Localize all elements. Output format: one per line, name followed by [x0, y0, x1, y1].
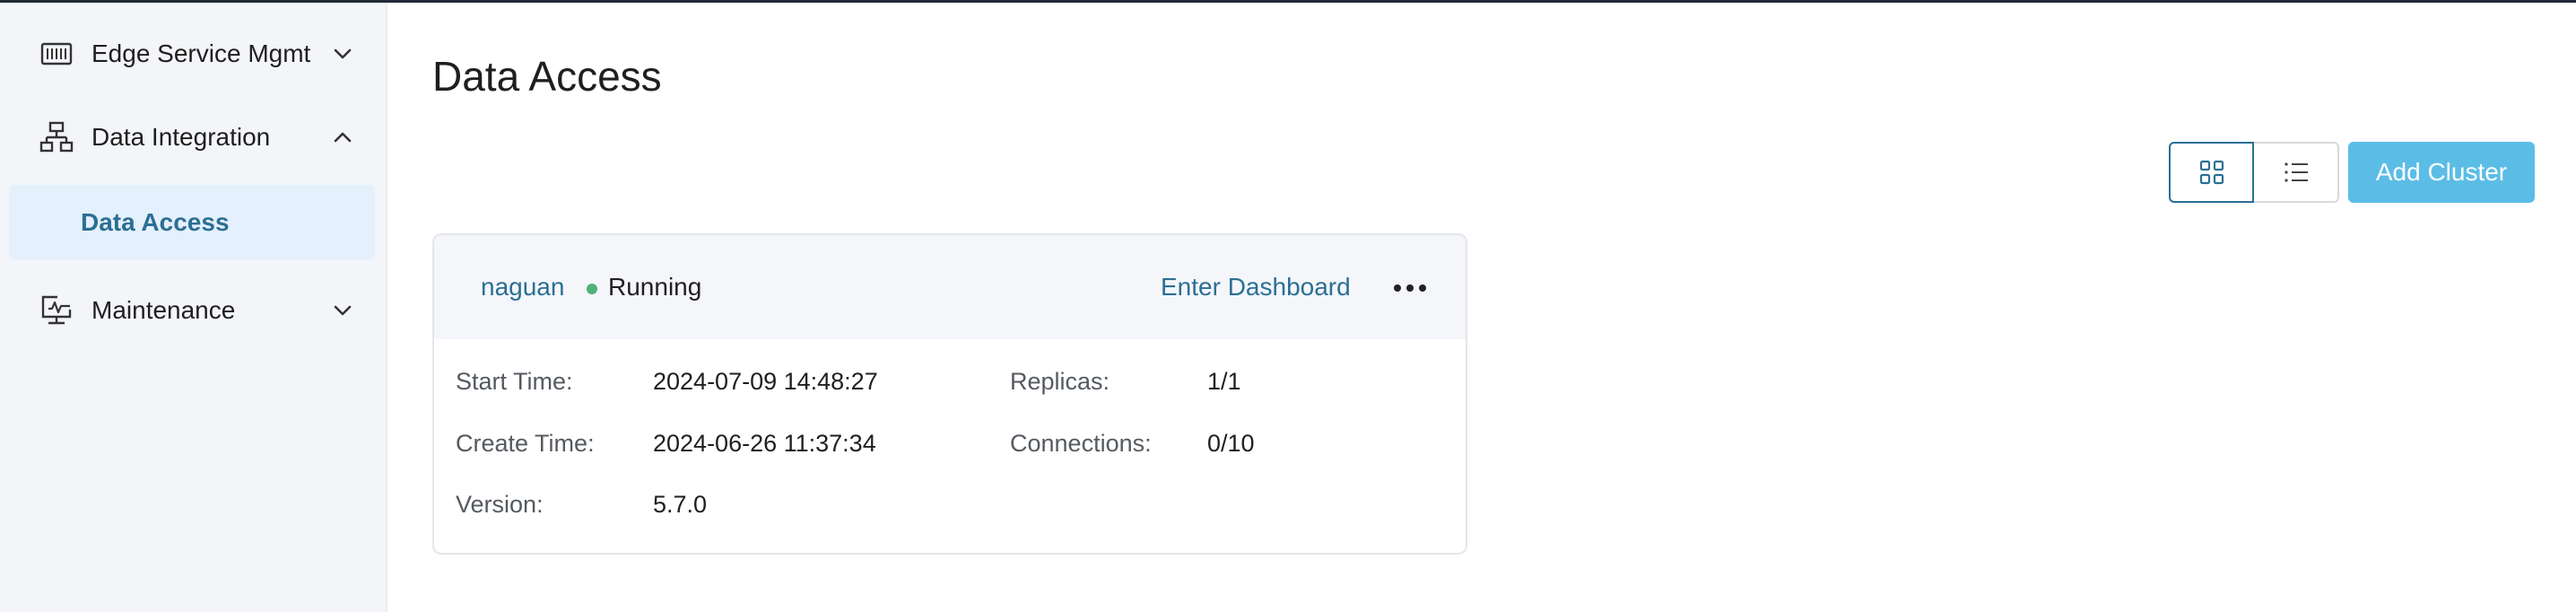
version-label: Version:	[456, 491, 544, 518]
connections-label: Connections:	[1010, 430, 1152, 457]
replicas-label: Replicas:	[1010, 368, 1110, 395]
sidebar-item-label: Maintenance	[91, 296, 236, 324]
cluster-name-link[interactable]: naguan	[481, 273, 564, 302]
sidebar-item-label: Data Integration	[91, 123, 271, 151]
list-view-button[interactable]	[2254, 142, 2339, 203]
monitor-pulse-icon	[41, 295, 72, 325]
create-time-value: 2024-06-26 11:37:34	[653, 430, 876, 457]
cluster-card-header: naguan Running Enter Dashboard	[434, 235, 1466, 339]
cluster-card: naguan Running Enter Dashboard Start Tim…	[432, 233, 1467, 555]
grid-view-button[interactable]	[2169, 142, 2254, 203]
status-badge: Running	[608, 273, 702, 301]
start-time-value: 2024-07-09 14:48:27	[653, 368, 878, 395]
grid-icon	[2199, 160, 2224, 185]
chevron-down-icon	[334, 48, 352, 59]
replicas-value: 1/1	[1207, 368, 1241, 395]
version-value: 5.7.0	[653, 491, 708, 518]
sidebar-item-label: Data Access	[81, 208, 230, 236]
chevron-up-icon	[334, 132, 352, 143]
view-toggle	[2169, 142, 2339, 203]
page-title: Data Access	[432, 53, 662, 100]
sidebar-item-data-access[interactable]: Data Access	[9, 185, 375, 260]
barcode-icon	[40, 42, 73, 66]
sidebar-item-maintenance[interactable]: Maintenance	[0, 275, 387, 346]
list-icon	[2284, 162, 2308, 182]
create-time-label: Create Time:	[456, 430, 595, 457]
sidebar-item-edge-service-mgmt[interactable]: Edge Service Mgmt	[0, 18, 387, 90]
add-cluster-button[interactable]: Add Cluster	[2348, 142, 2535, 203]
sitemap-icon	[39, 121, 74, 153]
sidebar-item-data-integration[interactable]: Data Integration	[0, 101, 387, 173]
more-icon[interactable]	[1390, 273, 1430, 303]
connections-value: 0/10	[1207, 430, 1255, 457]
status-dot	[587, 284, 597, 294]
chevron-down-icon	[334, 305, 352, 316]
enter-dashboard-link[interactable]: Enter Dashboard	[1161, 273, 1351, 302]
start-time-label: Start Time:	[456, 368, 573, 395]
sidebar: Edge Service Mgmt Data Integration Data …	[0, 3, 387, 612]
sidebar-item-label: Edge Service Mgmt	[91, 39, 311, 67]
